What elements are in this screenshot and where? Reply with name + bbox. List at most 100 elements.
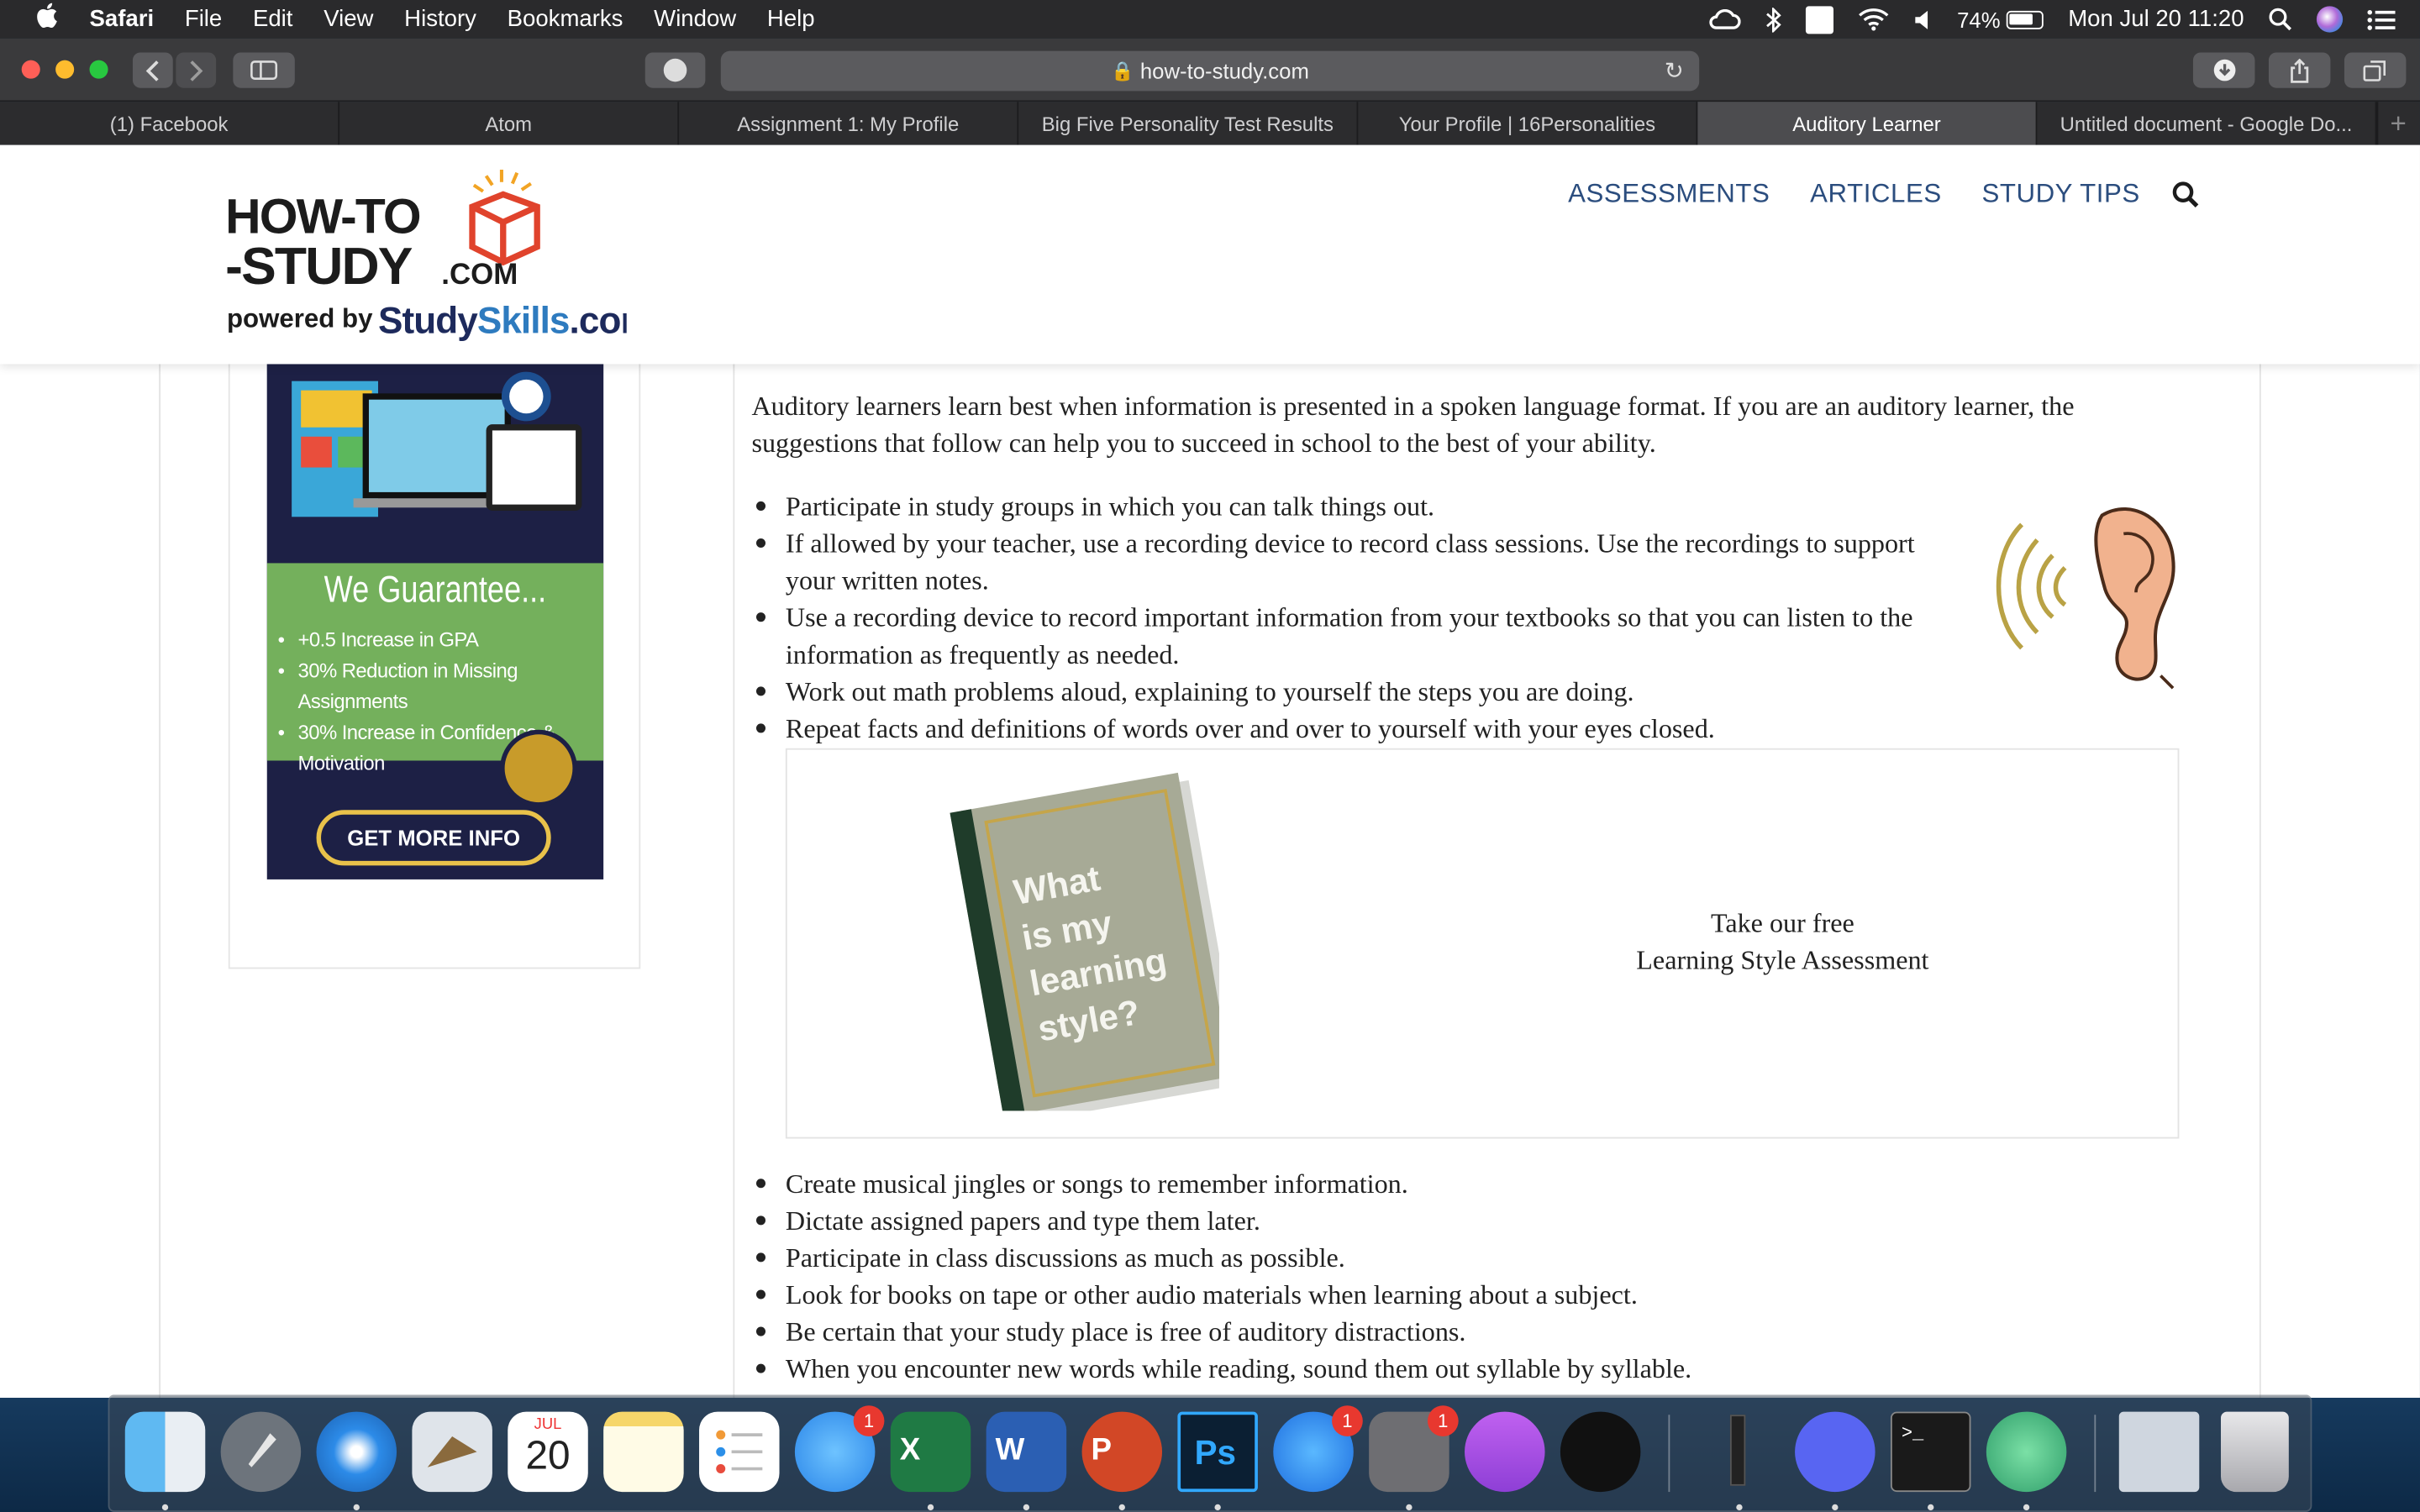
running-indicator (1118, 1504, 1125, 1511)
new-tab-button[interactable]: + (2376, 102, 2419, 145)
spotlight-icon[interactable] (2269, 8, 2292, 31)
battery-status[interactable]: 74% (1957, 7, 2044, 32)
article: Auditory learners learn best when inform… (733, 364, 2262, 1399)
terminal-icon[interactable]: >_ (1890, 1411, 1971, 1493)
share-button[interactable] (2268, 52, 2331, 88)
messages-icon[interactable]: 1 (794, 1405, 885, 1493)
tab-facebook[interactable]: (1) Facebook (0, 102, 340, 145)
wifi-icon[interactable] (1859, 8, 1890, 31)
address-bar[interactable]: 🔒 how-to-study.com ↻ (720, 50, 1700, 92)
tab-assignment[interactable]: Assignment 1: My Profile (679, 102, 1019, 145)
running-indicator (2023, 1504, 2030, 1511)
volume-icon[interactable] (1914, 8, 1933, 30)
word-icon[interactable]: W (986, 1411, 1067, 1493)
input-source-icon[interactable] (1806, 5, 1834, 34)
menu-window[interactable]: Window (654, 6, 736, 32)
trash-icon[interactable] (2221, 1411, 2289, 1493)
logo-box-icon (469, 191, 540, 266)
notification-center-icon[interactable] (2367, 8, 2396, 30)
nav-study-tips[interactable]: STUDY TIPS (1981, 179, 2139, 210)
grammarly-extension-icon[interactable] (644, 52, 706, 88)
powerpoint-icon[interactable]: P (1081, 1411, 1163, 1493)
mail-icon[interactable] (412, 1411, 492, 1493)
logo-dotcom: .COM (441, 258, 518, 291)
photoshop-icon[interactable]: Ps (1177, 1411, 1258, 1493)
menu-help[interactable]: Help (767, 6, 815, 32)
creative-cloud-icon[interactable] (1707, 8, 1741, 30)
powered-by-label: powered by (227, 303, 373, 333)
apple-tv-icon[interactable] (1560, 1411, 1641, 1493)
menu-bar: Safari File Edit View History Bookmarks … (0, 0, 2420, 39)
learning-style-assessment-box[interactable]: What is my learning style? Take our free… (785, 748, 2180, 1139)
notes-icon[interactable] (603, 1411, 684, 1493)
sidebar-toggle-button[interactable] (233, 52, 295, 88)
menu-file[interactable]: File (185, 6, 222, 32)
appstore-badge: 1 (1332, 1405, 1363, 1436)
article-intro: Auditory learners learn best when inform… (751, 390, 2075, 459)
running-indicator (1736, 1504, 1743, 1511)
tab-google-doc[interactable]: Untitled document - Google Do... (2037, 102, 2377, 145)
bluetooth-icon[interactable] (1765, 7, 1781, 32)
preview-window-thumbnail-icon[interactable] (2118, 1411, 2200, 1493)
discord-icon[interactable] (1795, 1411, 1876, 1493)
siri-icon[interactable] (2316, 6, 2344, 33)
app-store-icon[interactable]: 1 (1273, 1405, 1363, 1493)
zoom-window-button[interactable] (89, 60, 108, 79)
menu-bookmarks[interactable]: Bookmarks (508, 6, 623, 32)
ad-product-image (266, 349, 604, 564)
running-indicator (927, 1504, 934, 1511)
safari-icon[interactable] (316, 1411, 397, 1493)
tab-overview-button[interactable] (2344, 52, 2407, 88)
clock[interactable]: Mon Jul 20 11:20 (2068, 6, 2244, 32)
finder-icon[interactable] (124, 1411, 206, 1493)
dock: JUL 20 1 X W P Ps 1 1 >_ (108, 1394, 2312, 1512)
launchpad-icon[interactable] (220, 1411, 302, 1493)
nav-assessments[interactable]: ASSESSMENTS (1568, 179, 1770, 210)
menu-history[interactable]: History (404, 6, 476, 32)
menu-edit[interactable]: Edit (253, 6, 292, 32)
close-window-button[interactable] (21, 60, 40, 79)
logo-sun-icon (472, 170, 532, 193)
reload-icon[interactable]: ↻ (1665, 57, 1684, 85)
dock-separator (2094, 1415, 2096, 1493)
tab-auditory-learner[interactable]: Auditory Learner (1697, 102, 2038, 145)
sidebar-ad-banner[interactable]: We Guarantee... +0.5 Increase in GPA 30%… (266, 349, 604, 879)
list-item: Use a recording device to record importa… (751, 599, 1970, 673)
forward-button[interactable] (176, 52, 217, 88)
site-header: HOW-TO -STUDY .COM powered by StudySkill… (0, 144, 2420, 365)
reminders-icon[interactable] (699, 1411, 780, 1493)
excel-icon[interactable]: X (890, 1411, 971, 1493)
audio-meter-icon[interactable] (1699, 1412, 1780, 1493)
site-logo[interactable]: HOW-TO -STUDY .COM powered by StudySkill… (225, 160, 654, 354)
nav-articles[interactable]: ARTICLES (1810, 179, 1942, 210)
back-button[interactable] (132, 52, 173, 88)
ad-title: We Guarantee... (324, 569, 547, 612)
menu-view[interactable]: View (324, 6, 373, 32)
running-indicator (1928, 1504, 1934, 1511)
calendar-icon[interactable]: JUL 20 (508, 1411, 588, 1493)
running-indicator (1214, 1504, 1221, 1511)
system-preferences-icon[interactable]: 1 (1369, 1405, 1459, 1493)
learning-style-book-icon[interactable]: What is my learning style? (934, 769, 1243, 1125)
podcasts-icon[interactable] (1465, 1411, 1545, 1493)
tab-16personalities[interactable]: Your Profile | 16Personalities (1358, 102, 1698, 145)
apple-menu-icon[interactable] (33, 3, 64, 36)
guarantee-seal-icon (500, 729, 577, 807)
minimize-window-button[interactable] (55, 60, 75, 79)
ad-item: 30% Reduction in Missing Assignments (276, 656, 603, 717)
tab-atom[interactable]: Atom (339, 102, 680, 145)
downloads-button[interactable] (2192, 52, 2255, 88)
atom-icon[interactable] (1986, 1411, 2067, 1493)
running-indicator (161, 1504, 169, 1511)
tips-list-2: Create musical jingles or songs to remem… (751, 1165, 2186, 1387)
list-item: Dictate assigned papers and type them la… (751, 1202, 2186, 1239)
sysprefs-badge: 1 (1427, 1405, 1459, 1436)
get-more-info-button[interactable]: GET MORE INFO (316, 810, 551, 866)
site-search-icon[interactable] (2170, 181, 2198, 208)
dock-separator (1668, 1415, 1670, 1493)
menu-safari[interactable]: Safari (90, 6, 155, 32)
ad-item: +0.5 Increase in GPA (276, 625, 603, 656)
assessment-link[interactable]: Take our free Learning Style Assessment (1559, 904, 2007, 978)
tab-big-five[interactable]: Big Five Personality Test Results (1018, 102, 1359, 145)
list-item: Participate in study groups in which you… (751, 487, 1970, 524)
